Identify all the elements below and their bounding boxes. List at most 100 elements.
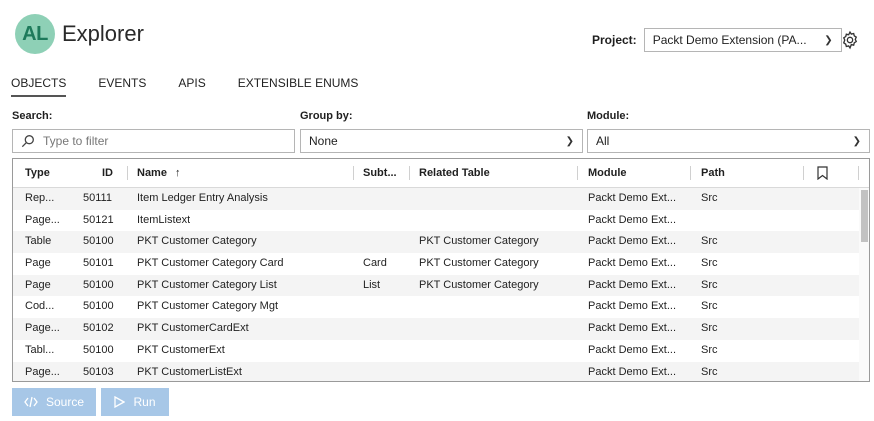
chevron-down-icon: ❯ xyxy=(852,135,861,147)
cell-id: 50100 xyxy=(83,278,114,291)
cell-related-table: PKT Customer Category xyxy=(419,257,539,270)
tab-apis[interactable]: APIS xyxy=(178,76,205,97)
cell-subtype: Card xyxy=(363,257,387,270)
cell-type: Cod... xyxy=(25,300,55,313)
cell-module: Packt Demo Ext... xyxy=(588,278,677,291)
cell-type: Page xyxy=(25,257,51,270)
cell-id: 50111 xyxy=(83,192,112,204)
cell-module: Packt Demo Ext... xyxy=(588,322,677,335)
cell-path: Src xyxy=(701,343,718,356)
cell-name: ItemListext xyxy=(137,213,191,226)
cell-path: Src xyxy=(701,235,718,248)
group-by-dropdown[interactable]: None ❯ xyxy=(300,129,583,153)
column-header-type[interactable]: Type xyxy=(25,167,50,179)
chevron-down-icon: ❯ xyxy=(824,34,833,46)
search-label: Search: xyxy=(12,110,53,122)
cell-path: Src xyxy=(701,365,718,378)
cell-id: 50100 xyxy=(83,235,114,248)
cell-module: Packt Demo Ext... xyxy=(588,365,677,378)
chevron-down-icon: ❯ xyxy=(565,135,574,147)
table-row[interactable]: Tabl... 50100 PKT CustomerExt Packt Demo… xyxy=(13,340,869,362)
project-selector-group: Project: Packt Demo Extension (PA... ❯ xyxy=(592,28,842,52)
module-label: Module: xyxy=(587,110,630,122)
cell-subtype: List xyxy=(363,278,381,291)
cell-module: Packt Demo Ext... xyxy=(588,257,677,270)
table-row[interactable]: Cod... 50100 PKT Customer Category Mgt P… xyxy=(13,296,869,318)
group-by-label: Group by: xyxy=(300,110,353,122)
table-row[interactable]: Page 50101 PKT Customer Category Card Ca… xyxy=(13,253,869,275)
table-row[interactable]: Page... 50121 ItemListext Packt Demo Ext… xyxy=(13,210,869,232)
cell-type: Page... xyxy=(25,322,60,335)
cell-name: PKT Customer Category Card xyxy=(137,257,284,270)
cell-type: Rep... xyxy=(25,192,55,204)
cell-path: Src xyxy=(701,257,718,270)
cell-path: Src xyxy=(701,322,718,335)
table-body: Rep... 50111 Item Ledger Entry Analysis … xyxy=(13,188,869,381)
cell-module: Packt Demo Ext... xyxy=(588,192,677,204)
tab-objects[interactable]: OBJECTS xyxy=(11,76,67,97)
scrollbar-thumb[interactable] xyxy=(861,190,868,242)
search-placeholder: Type to filter xyxy=(43,134,109,148)
cell-module: Packt Demo Ext... xyxy=(588,213,677,226)
cell-type: Page xyxy=(25,278,51,291)
table-row[interactable]: Rep... 50111 Item Ledger Entry Analysis … xyxy=(13,188,869,210)
cell-related-table: PKT Customer Category xyxy=(419,235,539,248)
cell-name: PKT Customer Category Mgt xyxy=(137,300,279,313)
cell-path: Src xyxy=(701,192,718,204)
cell-id: 50100 xyxy=(83,343,114,356)
table-row[interactable]: Page... 50102 PKT CustomerCardExt Packt … xyxy=(13,318,869,340)
cell-name: PKT CustomerListExt xyxy=(137,365,242,378)
cell-id: 50121 xyxy=(83,213,114,226)
source-button[interactable]: Source xyxy=(12,388,96,416)
play-icon xyxy=(114,396,126,408)
cell-name: PKT Customer Category xyxy=(137,235,257,248)
objects-table: Type ID Name ↑ Subt... Related Table Mod… xyxy=(12,158,870,382)
tab-extensible-enums[interactable]: EXTENSIBLE ENUMS xyxy=(238,76,359,97)
search-input[interactable]: Type to filter xyxy=(12,129,295,153)
gear-icon[interactable] xyxy=(840,30,860,50)
sort-ascending-icon: ↑ xyxy=(175,167,181,179)
cell-name: PKT CustomerExt xyxy=(137,343,225,356)
cell-module: Packt Demo Ext... xyxy=(588,300,677,313)
table-row[interactable]: Page... 50103 PKT CustomerListExt Packt … xyxy=(13,361,869,381)
cell-name: PKT CustomerCardExt xyxy=(137,322,249,335)
source-button-label: Source xyxy=(45,395,85,409)
project-value: Packt Demo Extension (PA... xyxy=(652,33,807,47)
tab-bar: OBJECTS EVENTS APIS EXTENSIBLE ENUMS xyxy=(11,76,390,97)
column-header-name[interactable]: Name xyxy=(137,167,167,179)
cell-type: Page... xyxy=(25,213,60,226)
cell-id: 50103 xyxy=(83,365,114,378)
search-icon xyxy=(21,135,34,148)
cell-module: Packt Demo Ext... xyxy=(588,343,677,356)
code-icon xyxy=(24,396,38,408)
run-button-label: Run xyxy=(133,395,156,409)
table-row[interactable]: Page 50100 PKT Customer Category List Li… xyxy=(13,274,869,297)
group-by-value: None xyxy=(309,134,338,148)
column-header-subtype[interactable]: Subt... xyxy=(363,167,397,179)
module-dropdown[interactable]: All ❯ xyxy=(587,129,870,153)
column-header-id[interactable]: ID xyxy=(102,167,113,179)
column-header-path[interactable]: Path xyxy=(701,167,725,179)
bookmark-icon[interactable] xyxy=(817,166,828,180)
column-header-module[interactable]: Module xyxy=(588,167,627,179)
cell-name: Item Ledger Entry Analysis xyxy=(137,192,268,204)
table-row[interactable]: Table 50100 PKT Customer Category PKT Cu… xyxy=(13,231,869,254)
project-label: Project: xyxy=(592,33,637,47)
column-header-related-table[interactable]: Related Table xyxy=(419,167,490,179)
table-header: Type ID Name ↑ Subt... Related Table Mod… xyxy=(13,159,869,188)
module-value: All xyxy=(596,134,610,148)
al-logo-badge: AL xyxy=(15,14,55,54)
cell-id: 50100 xyxy=(83,300,114,313)
cell-path: Src xyxy=(701,278,718,291)
cell-path: Src xyxy=(701,300,718,313)
app-logo: AL Explorer xyxy=(15,14,144,54)
cell-id: 50101 xyxy=(83,257,114,270)
tab-events[interactable]: EVENTS xyxy=(98,76,146,97)
cell-module: Packt Demo Ext... xyxy=(588,235,677,248)
cell-name: PKT Customer Category List xyxy=(137,278,277,291)
cell-related-table: PKT Customer Category xyxy=(419,278,539,291)
cell-type: Page... xyxy=(25,365,60,378)
project-dropdown[interactable]: Packt Demo Extension (PA... ❯ xyxy=(643,28,842,52)
cell-type: Tabl... xyxy=(25,343,55,356)
run-button[interactable]: Run xyxy=(101,388,169,416)
